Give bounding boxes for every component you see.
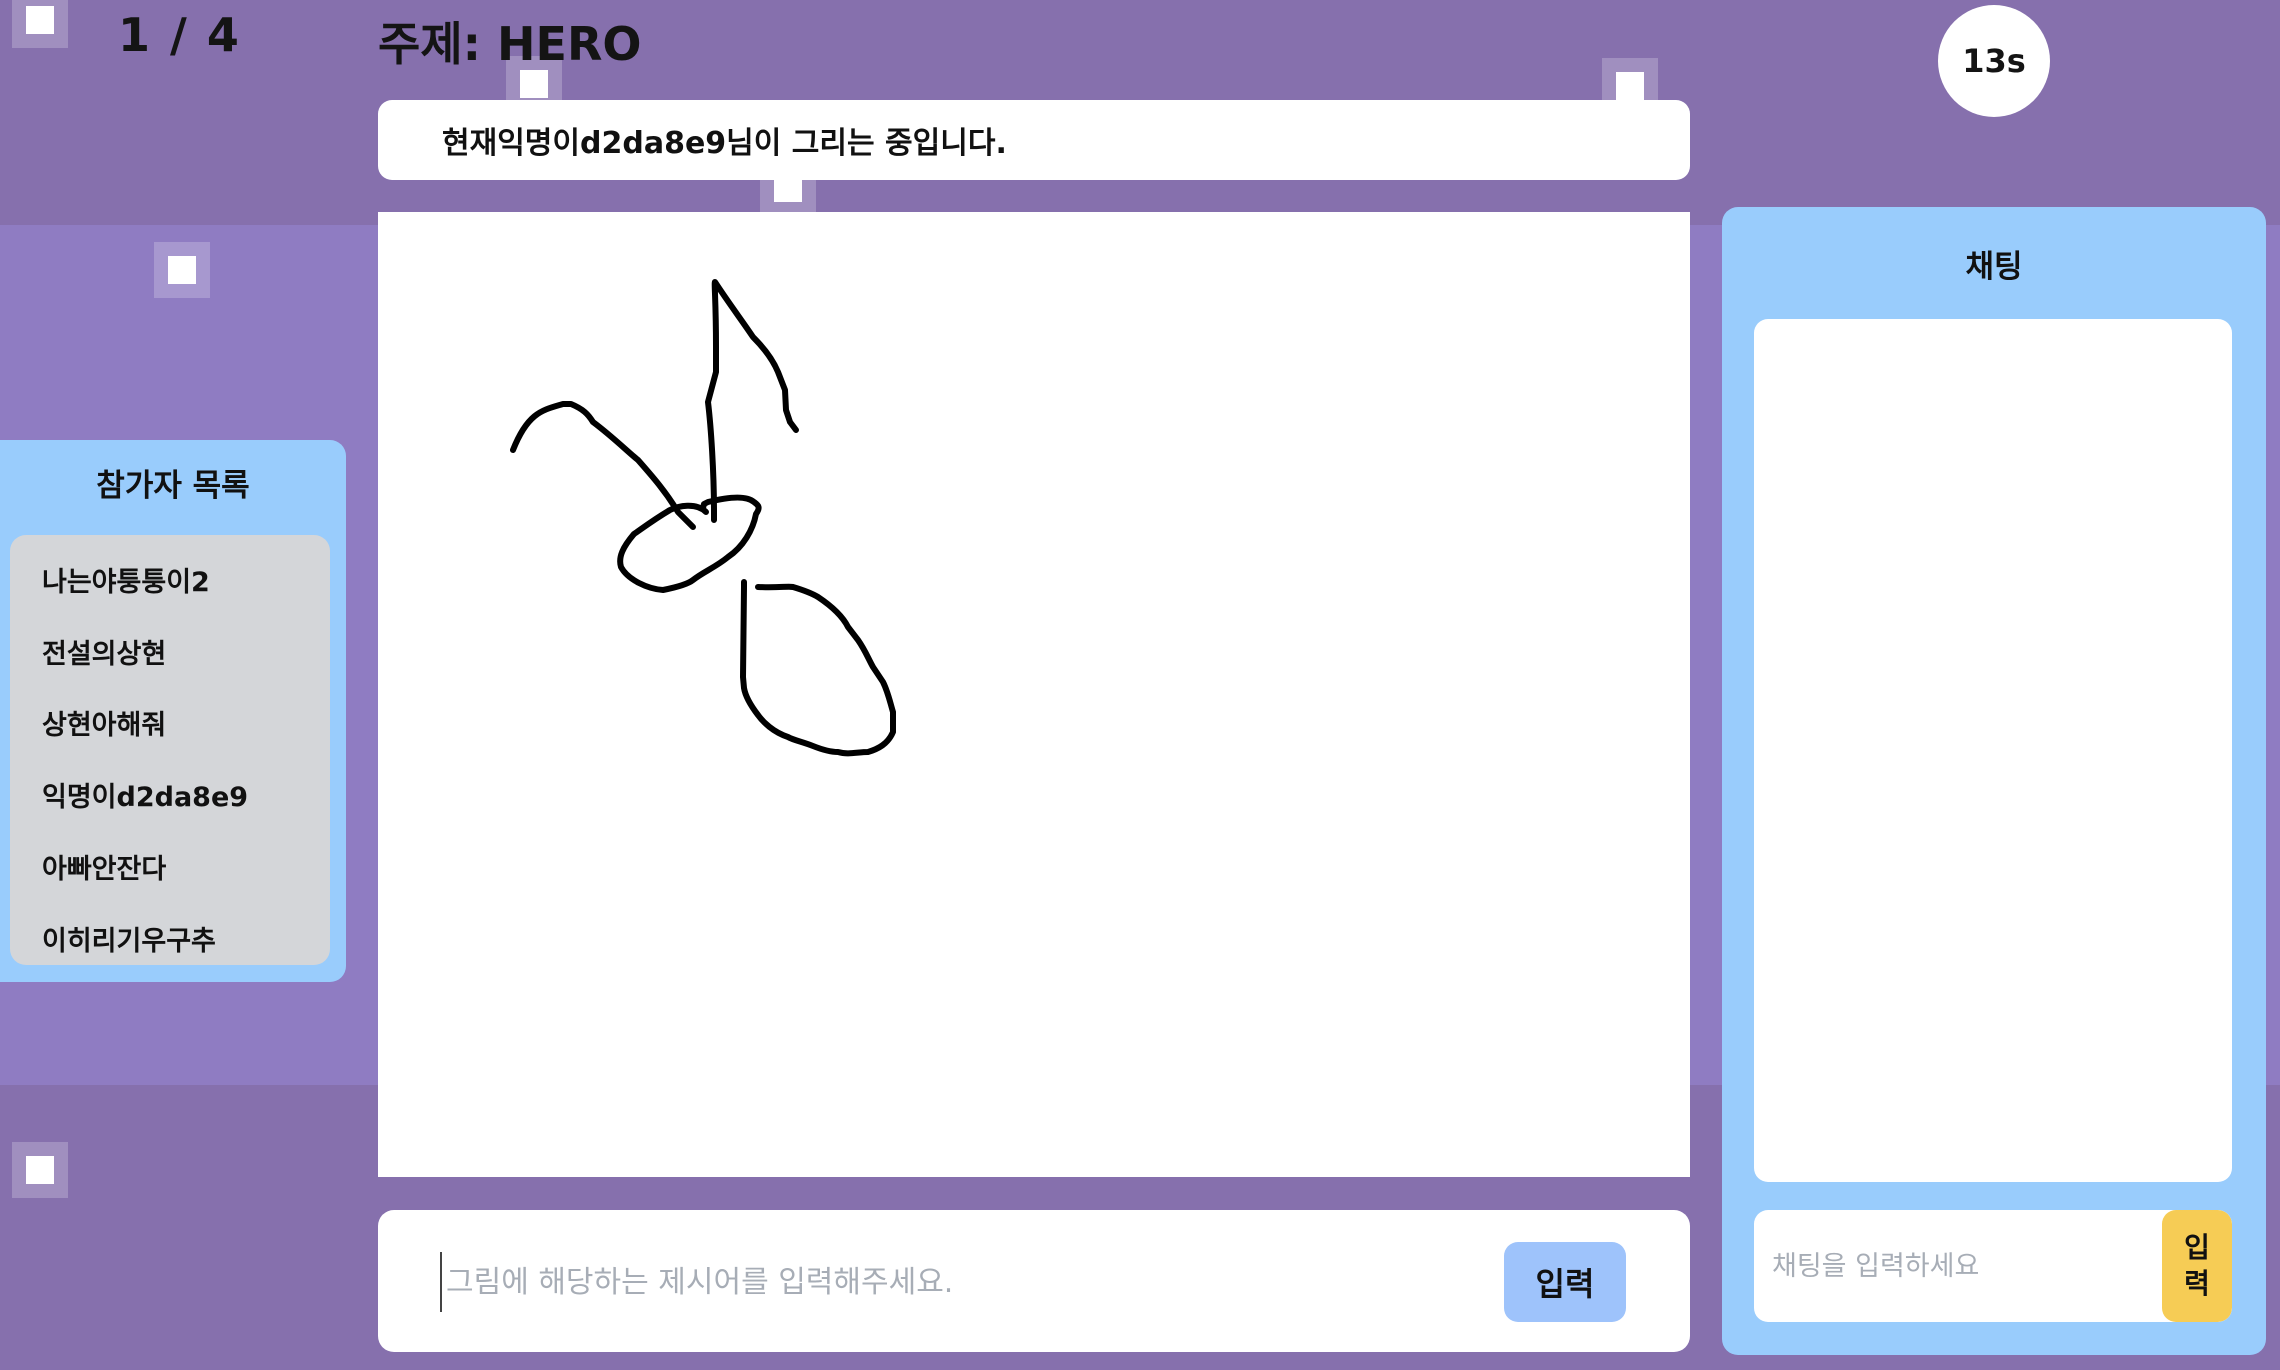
- topic-title: 주제: HERO: [378, 17, 642, 71]
- brush-stroke: [705, 279, 799, 523]
- brush-stroke: [617, 494, 762, 593]
- drawer-status-text: 현재익명이d2da8e9님이 그리는 중입니다.: [442, 126, 1007, 161]
- chat-panel: 채팅 입 력: [1722, 207, 2266, 1355]
- participant-item: 아빠안잔다: [42, 854, 167, 885]
- sparkle-decoration: [506, 56, 562, 112]
- round-indicator: 1 / 4: [118, 8, 241, 62]
- participants-list: 나는야퉁퉁이2 전설의상현 상현아해줘 익명이d2da8e9 아빠안잔다 이히리…: [10, 535, 330, 965]
- participant-item: 상현아해줘: [42, 710, 167, 741]
- answer-input[interactable]: [440, 1252, 1448, 1312]
- participant-item: 이히리기우구추: [42, 926, 216, 957]
- sparkle-decoration: [12, 1142, 68, 1198]
- chat-send-button[interactable]: 입 력: [2162, 1210, 2232, 1322]
- drawing-strokes: [510, 279, 896, 757]
- chat-title: 채팅: [1965, 249, 2023, 285]
- sparkle-decoration: [1602, 58, 1658, 114]
- answer-submit-button[interactable]: 입력: [1504, 1242, 1626, 1322]
- countdown-timer: 13s: [1938, 5, 2050, 117]
- drawing-canvas[interactable]: [378, 212, 1690, 1177]
- chat-log[interactable]: [1754, 319, 2232, 1182]
- brush-stroke: [740, 579, 896, 757]
- brush-stroke: [510, 401, 696, 530]
- participants-panel: 참가자 목록 나는야퉁퉁이2 전설의상현 상현아해줘 익명이d2da8e9 아빠…: [0, 440, 346, 982]
- sparkle-decoration: [12, 0, 68, 48]
- participant-item: 나는야퉁퉁이2: [42, 567, 210, 598]
- sparkle-decoration: [154, 242, 210, 298]
- answer-bar: 입력: [378, 1210, 1690, 1352]
- chat-input-bar: 입 력: [1754, 1210, 2232, 1322]
- participants-title: 참가자 목록: [96, 468, 250, 504]
- participant-item: 전설의상현: [42, 639, 167, 670]
- chat-input[interactable]: [1770, 1234, 2154, 1298]
- drawer-status-bar: 현재익명이d2da8e9님이 그리는 중입니다.: [378, 100, 1690, 180]
- participant-item: 익명이d2da8e9: [42, 782, 249, 813]
